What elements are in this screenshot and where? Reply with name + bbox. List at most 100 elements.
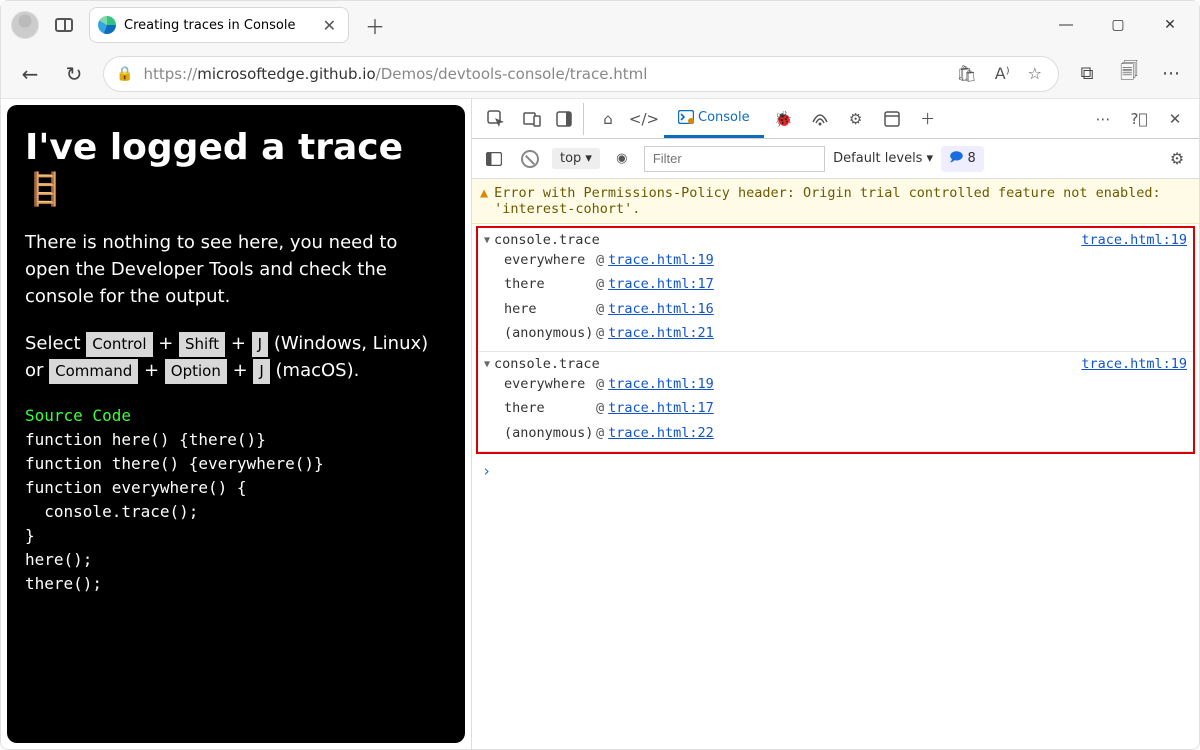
frame-link[interactable]: trace.html:17: [608, 396, 714, 420]
dock-side-icon[interactable]: [552, 103, 584, 135]
page-content: I've logged a trace 🪜 There is nothing t…: [7, 105, 465, 743]
live-expression-icon[interactable]: ◉: [608, 145, 636, 173]
source-code: function here() {there()} function there…: [25, 430, 324, 593]
stack-frame: here@ trace.html:16: [484, 297, 1187, 321]
intro-text: There is nothing to see here, you need t…: [25, 229, 447, 310]
frame-at: @: [596, 321, 604, 345]
performance-tab-icon[interactable]: ⚙: [840, 103, 872, 135]
main-split: I've logged a trace 🪜 There is nothing t…: [1, 99, 1199, 749]
frame-at: @: [596, 372, 604, 396]
warning-icon: ▲: [480, 185, 488, 217]
minimize-button[interactable]: ―: [1043, 9, 1089, 41]
devtools-tabbar: ⌂ </> Console 🐞 ⚙ ＋ ⋯ ?⃝ ✕: [472, 99, 1199, 139]
chevron-down-icon: ▾: [926, 151, 933, 166]
split-screen-icon[interactable]: ⧉: [1073, 63, 1101, 84]
frame-function: (anonymous): [504, 421, 596, 445]
toggle-sidebar-icon[interactable]: [480, 145, 508, 173]
log-levels-selector[interactable]: Default levels ▾: [833, 151, 933, 166]
menu-icon[interactable]: ⋯: [1157, 63, 1185, 84]
frame-link[interactable]: trace.html:17: [608, 272, 714, 296]
devtools-panel: ⌂ </> Console 🐞 ⚙ ＋ ⋯ ?⃝ ✕: [471, 99, 1199, 749]
issue-icon: 🗩: [949, 148, 963, 170]
application-tab-icon[interactable]: [876, 103, 908, 135]
workspaces-icon[interactable]: [55, 18, 73, 32]
stack-frame: there@ trace.html:17: [484, 396, 1187, 420]
profile-avatar[interactable]: [11, 11, 39, 39]
trace-groups: ▼console.tracetrace.html:19everywhere@ t…: [476, 226, 1195, 454]
more-tabs-icon[interactable]: ＋: [912, 103, 944, 135]
welcome-tab-icon[interactable]: ⌂: [592, 103, 624, 135]
maximize-button[interactable]: ▢: [1095, 9, 1141, 41]
frame-at: @: [596, 248, 604, 272]
console-tab[interactable]: Console: [664, 99, 764, 138]
frame-function: (anonymous): [504, 321, 596, 345]
frame-at: @: [596, 272, 604, 296]
browser-titlebar: Creating traces in Console ✕ ＋ ― ▢ ✕: [1, 1, 1199, 49]
back-button[interactable]: ←: [15, 62, 45, 86]
source-title: Source Code: [25, 406, 131, 425]
chevron-down-icon: ▾: [585, 151, 592, 166]
ladder-icon: 🪜: [25, 170, 65, 208]
collections-icon[interactable]: 🗐: [1115, 59, 1143, 89]
trace-title: console.trace: [494, 232, 1081, 248]
read-aloud-icon[interactable]: A⁾: [991, 64, 1014, 83]
trace-header[interactable]: ▼ console.tracetrace.html:19: [484, 356, 1187, 372]
issues-badge[interactable]: 🗩 8: [941, 146, 984, 172]
frame-function: everywhere: [504, 372, 596, 396]
browser-tab[interactable]: Creating traces in Console ✕: [89, 7, 349, 43]
network-tab-icon[interactable]: [804, 103, 836, 135]
trace-header[interactable]: ▼ console.tracetrace.html:19: [484, 232, 1187, 248]
console-prompt[interactable]: ›: [472, 454, 1199, 488]
help-icon[interactable]: ?⃝: [1123, 103, 1155, 135]
frame-link[interactable]: trace.html:21: [608, 321, 714, 345]
address-row: ← ↻ 🔒 https://microsoftedge.github.io/De…: [1, 49, 1199, 99]
frame-at: @: [596, 396, 604, 420]
tab-title: Creating traces in Console: [124, 18, 295, 33]
page-heading: I've logged a trace 🪜: [25, 127, 447, 209]
frame-function: there: [504, 272, 596, 296]
close-window-button[interactable]: ✕: [1147, 9, 1193, 41]
frame-function: here: [504, 297, 596, 321]
console-settings-icon[interactable]: ⚙: [1163, 149, 1191, 168]
refresh-button[interactable]: ↻: [59, 62, 89, 86]
sources-tab-icon[interactable]: 🐞: [768, 103, 800, 135]
tab-close-icon[interactable]: ✕: [321, 16, 338, 35]
close-devtools-icon[interactable]: ✕: [1159, 103, 1191, 135]
trace-group: ▼console.tracetrace.html:19everywhere@ t…: [478, 352, 1193, 452]
console-subbar: top ▾ ◉ Default levels ▾ 🗩 8 ⚙: [472, 139, 1199, 179]
disclosure-triangle-icon: ▼: [484, 235, 490, 246]
frame-link[interactable]: trace.html:19: [608, 372, 714, 396]
context-selector[interactable]: top ▾: [552, 148, 600, 169]
trace-title: console.trace: [494, 356, 1081, 372]
stack-frame: everywhere@ trace.html:19: [484, 248, 1187, 272]
stack-frame: everywhere@ trace.html:19: [484, 372, 1187, 396]
new-tab-button[interactable]: ＋: [355, 11, 395, 40]
console-icon: [678, 110, 692, 124]
frame-at: @: [596, 297, 604, 321]
shortcut-text: Select Control + Shift + J (Windows, Lin…: [25, 330, 447, 384]
kbd-option: Option: [165, 359, 227, 384]
url-text: https://microsoftedge.github.io/Demos/de…: [143, 65, 942, 83]
trace-source-link[interactable]: trace.html:19: [1081, 232, 1187, 248]
levels-label: Default levels: [833, 151, 922, 166]
kbd-command: Command: [49, 359, 138, 384]
filter-input[interactable]: [644, 146, 825, 172]
lock-icon: 🔒: [116, 66, 133, 82]
clear-console-icon[interactable]: [516, 145, 544, 173]
frame-link[interactable]: trace.html:22: [608, 421, 714, 445]
elements-tab-icon[interactable]: </>: [628, 103, 660, 135]
context-label: top: [560, 151, 581, 166]
shopping-icon[interactable]: 🛍: [952, 64, 980, 83]
console-warning: ▲ Error with Permissions-Policy header: …: [472, 179, 1199, 224]
trace-source-link[interactable]: trace.html:19: [1081, 356, 1187, 372]
devtools-more-icon[interactable]: ⋯: [1087, 103, 1119, 135]
address-bar[interactable]: 🔒 https://microsoftedge.github.io/Demos/…: [103, 56, 1059, 92]
favorite-icon[interactable]: ☆: [1024, 64, 1046, 83]
inspect-element-icon[interactable]: [480, 103, 512, 135]
frame-link[interactable]: trace.html:19: [608, 248, 714, 272]
device-toolbar-icon[interactable]: [516, 103, 548, 135]
frame-link[interactable]: trace.html:16: [608, 297, 714, 321]
disclosure-triangle-icon: ▼: [484, 359, 490, 370]
trace-group: ▼ console.tracetrace.html:19everywhere@ t…: [478, 228, 1193, 352]
console-tab-label: Console: [698, 110, 750, 125]
